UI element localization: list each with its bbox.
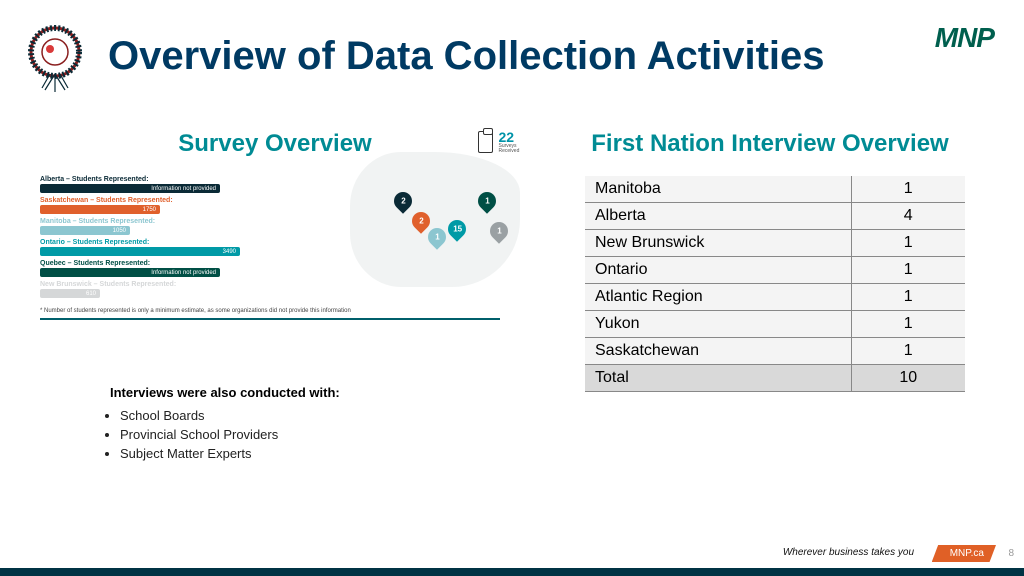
clipboard-icon [478, 131, 493, 153]
table-count: 1 [851, 176, 965, 203]
survey-bar-label: Quebec – Students Represented: [40, 260, 340, 267]
surveys-count: 22 [499, 130, 531, 144]
table-count: 1 [851, 338, 965, 365]
map-pin-count: 2 [419, 217, 423, 226]
table-region: Yukon [585, 311, 851, 338]
map-canada: 22 Surveys Received 2211511 [350, 130, 530, 300]
table-region: Saskatchewan [585, 338, 851, 365]
map-pin-count: 15 [453, 225, 462, 234]
map-pin-count: 1 [435, 233, 439, 242]
interviews-block: Interviews were also conducted with: Sch… [60, 385, 460, 465]
table-row: Yukon1 [585, 311, 965, 338]
table-row: Manitoba1 [585, 176, 965, 203]
footer-bar [0, 568, 1024, 576]
surveys-received: 22 Surveys Received [478, 130, 530, 154]
page-title: Overview of Data Collection Activities [108, 34, 825, 79]
map-pin-count: 1 [485, 197, 489, 206]
survey-row: Quebec – Students Represented:Informatio… [40, 260, 340, 277]
survey-bar-value: 1050 [40, 226, 130, 235]
interview-item: Subject Matter Experts [120, 446, 460, 461]
survey-bar-value: 610 [40, 289, 100, 298]
survey-bar-label: Manitoba – Students Represented: [40, 218, 340, 225]
table-region: Ontario [585, 257, 851, 284]
survey-row: Manitoba – Students Represented:1050 [40, 218, 340, 235]
survey-footnote: * Number of students represented is only… [40, 308, 500, 320]
table-row: Ontario1 [585, 257, 965, 284]
survey-row: Ontario – Students Represented:3490 [40, 239, 340, 256]
afn-logo [20, 22, 90, 92]
table-region: Alberta [585, 203, 851, 230]
survey-bar-value: Information not provided [40, 268, 220, 277]
interview-item: Provincial School Providers [120, 427, 460, 442]
table-region: New Brunswick [585, 230, 851, 257]
survey-bar-label: Alberta – Students Represented: [40, 176, 340, 183]
interviews-intro: Interviews were also conducted with: [110, 385, 460, 400]
table-count: 1 [851, 230, 965, 257]
page-number: 8 [1008, 548, 1014, 559]
table-row: New Brunswick1 [585, 230, 965, 257]
survey-bar-label: Saskatchewan – Students Represented: [40, 197, 340, 204]
table-count: 1 [851, 311, 965, 338]
mnp-logo: MNP [935, 22, 994, 54]
table-count: 1 [851, 257, 965, 284]
survey-bar-label: Ontario – Students Represented: [40, 239, 340, 246]
map-pin-count: 1 [497, 227, 501, 236]
interview-heading: First Nation Interview Overview [555, 130, 985, 158]
table-row: Saskatchewan1 [585, 338, 965, 365]
table-count: 1 [851, 284, 965, 311]
survey-row: Saskatchewan – Students Represented:1750 [40, 197, 340, 214]
survey-overview-section: Survey Overview Alberta – Students Repre… [40, 130, 510, 320]
survey-row: Alberta – Students Represented:Informati… [40, 176, 340, 193]
table-region: Manitoba [585, 176, 851, 203]
table-row: Atlantic Region1 [585, 284, 965, 311]
table-total-row: Total10 [585, 365, 965, 392]
interview-overview-section: First Nation Interview Overview Manitoba… [555, 130, 985, 392]
table-total-count: 10 [851, 365, 965, 392]
survey-bars: Alberta – Students Represented:Informati… [40, 176, 340, 298]
surveys-label: Surveys Received [499, 144, 531, 154]
interview-table: Manitoba1Alberta4New Brunswick1Ontario1A… [585, 176, 965, 392]
table-region: Atlantic Region [585, 284, 851, 311]
survey-row: New Brunswick – Students Represented:610 [40, 281, 340, 298]
table-row: Alberta4 [585, 203, 965, 230]
survey-bar-label: New Brunswick – Students Represented: [40, 281, 340, 288]
survey-bar-value: 1750 [40, 205, 160, 214]
interview-item: School Boards [120, 408, 460, 423]
map-shape [350, 152, 520, 287]
survey-bar-value: 3490 [40, 247, 240, 256]
footer-tagline: Wherever business takes you [783, 547, 914, 558]
map-pin-count: 2 [401, 197, 405, 206]
footer-link: MNP.ca [932, 545, 996, 562]
survey-bar-value: Information not provided [40, 184, 220, 193]
table-total-label: Total [585, 365, 851, 392]
table-count: 4 [851, 203, 965, 230]
